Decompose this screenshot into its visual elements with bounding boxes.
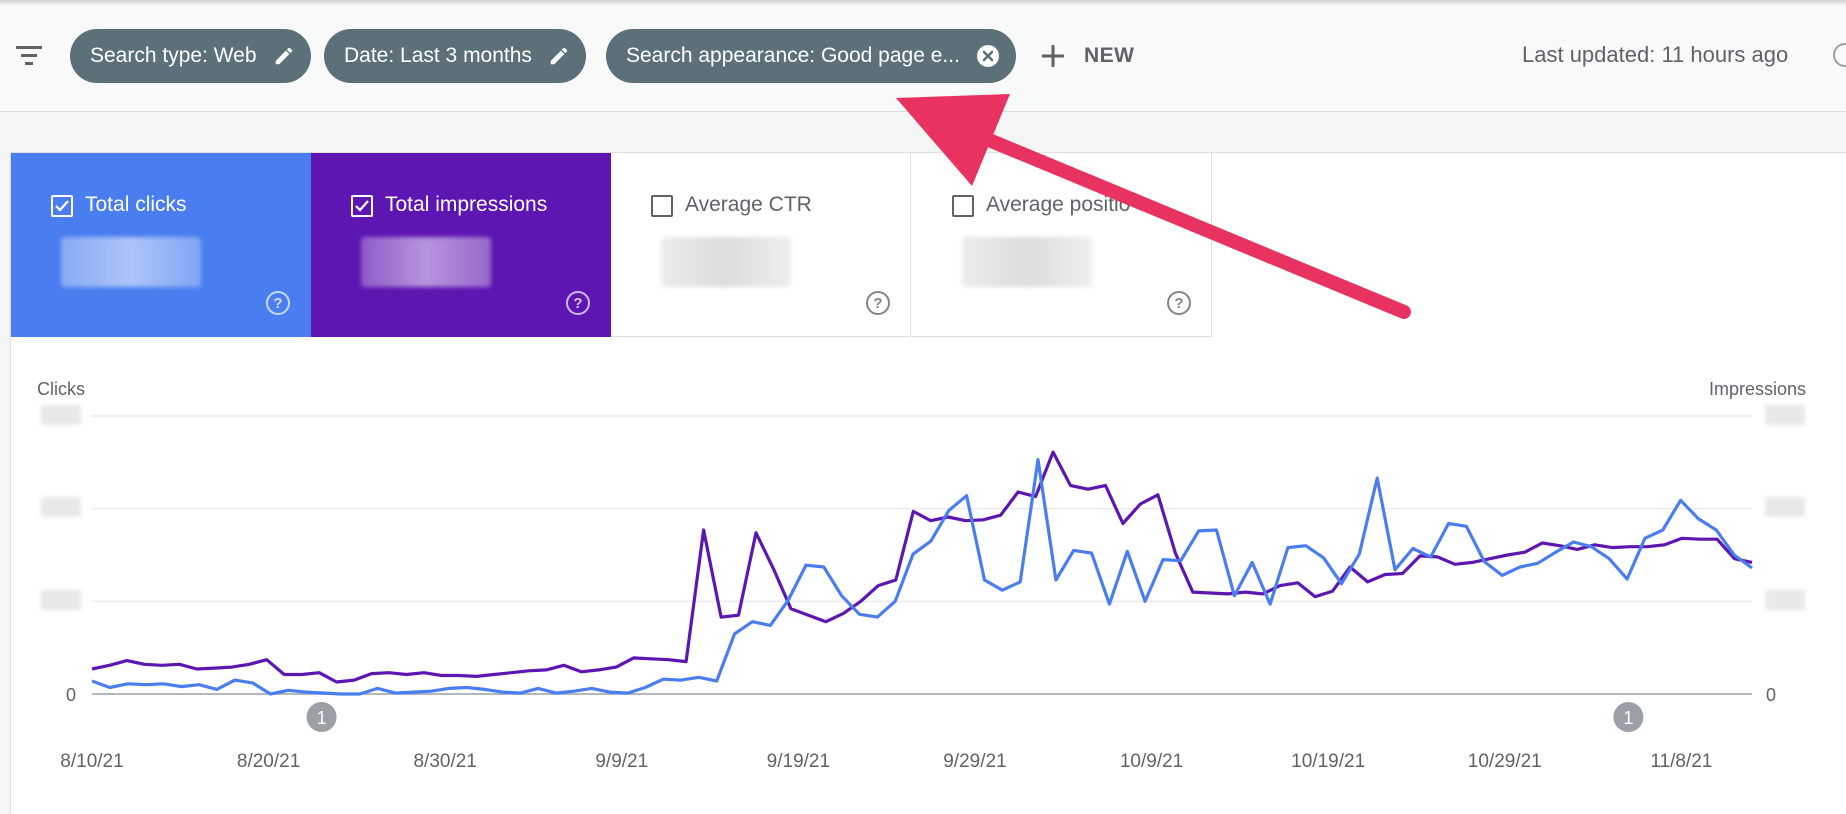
clicks-series-line[interactable] xyxy=(91,458,1753,696)
y-tick-label: 0 xyxy=(66,685,76,705)
x-tick-label: 10/9/21 xyxy=(1120,751,1183,772)
x-tick-label: 11/8/21 xyxy=(1650,751,1712,772)
x-tick-label: 10/19/21 xyxy=(1291,751,1365,772)
x-tick-label: 8/20/21 xyxy=(237,751,300,772)
x-tick-label: 8/10/21 xyxy=(60,751,123,772)
impressions-series-line[interactable] xyxy=(91,450,1753,684)
x-tick-label: 9/9/21 xyxy=(595,751,648,772)
annotation-marker-label: 1 xyxy=(317,708,327,728)
x-tick-label: 8/30/21 xyxy=(413,751,476,772)
x-tick-label: 9/29/21 xyxy=(943,751,1006,772)
annotation-marker-label: 1 xyxy=(1623,708,1633,728)
x-tick-label: 9/19/21 xyxy=(767,751,830,772)
x-tick-label: 10/29/21 xyxy=(1468,751,1542,772)
y2-tick-label: 0 xyxy=(1766,685,1776,705)
performance-chart: 0 0 8/10/21 8/20/21 8/30/21 9/9/21 9/19/21 9/2… xyxy=(60,415,1776,772)
